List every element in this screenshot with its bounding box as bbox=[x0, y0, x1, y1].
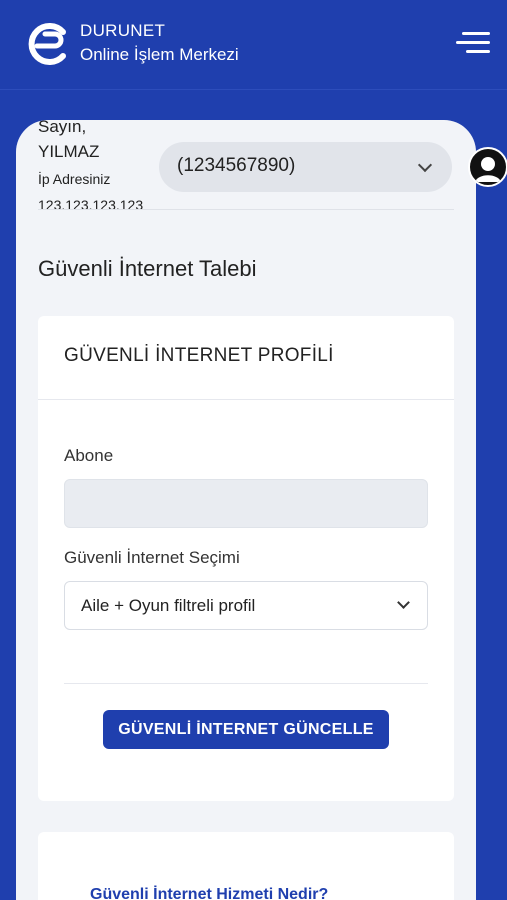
profile-select-value: Aile + Oyun filtreli profil bbox=[81, 596, 256, 615]
greeting-text: Sayın, bbox=[38, 117, 87, 136]
account-select-value: (1234567890) bbox=[177, 155, 296, 176]
abone-field[interactable] bbox=[64, 479, 428, 528]
ip-label: İp Adresiniz bbox=[38, 171, 111, 187]
profile-select[interactable]: Aile + Oyun filtreli profil bbox=[64, 581, 428, 630]
menu-icon[interactable] bbox=[454, 28, 490, 58]
chevron-down-icon bbox=[397, 596, 410, 609]
user-info: Sayın, YILMAZ İp Adresiniz 123.123.123.1… bbox=[38, 116, 143, 218]
panel-header: GÜVENLİ İNTERNET PROFİLİ bbox=[38, 316, 454, 400]
page-title: Güvenli İnternet Talebi bbox=[38, 256, 257, 281]
user-avatar-icon[interactable] bbox=[468, 147, 507, 187]
brand: DURUNET Online İşlem Merkezi bbox=[80, 20, 239, 68]
panel-title: GÜVENLİ İNTERNET PROFİLİ bbox=[64, 345, 334, 366]
abone-label: Abone bbox=[64, 446, 114, 465]
ip-value: 123.123.123.123 bbox=[38, 197, 144, 213]
account-select[interactable]: (1234567890) bbox=[159, 142, 452, 192]
divider bbox=[38, 209, 454, 210]
brand-name: DURUNET bbox=[80, 21, 166, 40]
app-header: DURUNET Online İşlem Merkezi bbox=[0, 0, 507, 90]
update-button[interactable]: GÜVENLİ İNTERNET GÜNCELLE bbox=[103, 710, 389, 749]
info-link[interactable]: Güvenli İnternet Hizmeti Nedir? bbox=[90, 886, 328, 900]
logo-icon bbox=[28, 23, 66, 65]
brand-subtitle: Online İşlem Merkezi bbox=[80, 45, 239, 64]
divider bbox=[64, 683, 428, 684]
selection-label: Güvenli İnternet Seçimi bbox=[64, 548, 240, 567]
user-name: YILMAZ bbox=[38, 142, 100, 161]
